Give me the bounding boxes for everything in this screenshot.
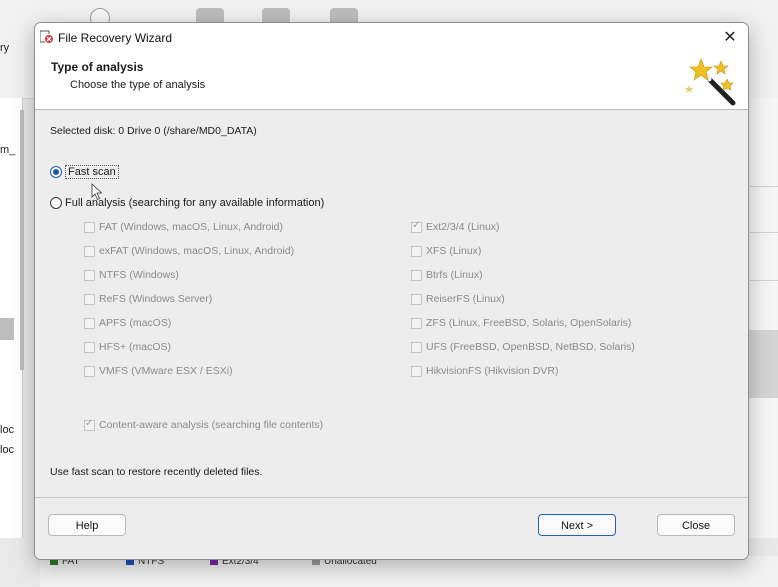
fs-checkbox-ufs[interactable]: UFS (FreeBSD, OpenBSD, NetBSD, Solaris) (411, 341, 635, 353)
checkbox[interactable] (411, 341, 422, 353)
dialog-title: File Recovery Wizard (58, 31, 173, 45)
background-selected-row (0, 318, 14, 340)
file-recovery-wizard-dialog: File Recovery Wizard ✕ Type of analysis … (34, 22, 749, 560)
fs-checkbox-refs[interactable]: ReFS (Windows Server) (84, 293, 212, 305)
wizard-header: Type of analysis Choose the type of anal… (35, 53, 748, 110)
background-right-panel (746, 98, 778, 538)
dialog-titlebar: File Recovery Wizard ✕ (35, 23, 748, 53)
step-subtitle: Choose the type of analysis (70, 79, 206, 91)
checkbox[interactable] (84, 293, 95, 305)
hint-text: Use fast scan to restore recently delete… (50, 466, 263, 478)
next-button[interactable]: Next > (538, 514, 616, 536)
checkbox[interactable] (84, 221, 95, 233)
checkbox[interactable] (411, 365, 422, 377)
background-label: m_ (0, 144, 16, 156)
fs-checkbox-zfs[interactable]: ZFS (Linux, FreeBSD, Solaris, OpenSolari… (411, 317, 631, 329)
checkbox[interactable] (84, 245, 95, 257)
fs-checkbox-exfat[interactable]: exFAT (Windows, macOS, Linux, Android) (84, 245, 294, 257)
fs-checkbox-reiserfs[interactable]: ReiserFS (Linux) (411, 293, 505, 305)
background-label: loc (0, 424, 15, 436)
checkbox[interactable] (411, 220, 422, 233)
background-label: loc (0, 444, 15, 456)
background-label: ry (0, 42, 10, 54)
fast-scan-option[interactable]: Fast scan (50, 165, 119, 179)
checkbox[interactable] (84, 341, 95, 353)
checkbox[interactable] (411, 293, 422, 305)
full-analysis-label: Full analysis (searching for any availab… (65, 197, 325, 209)
fs-checkbox-apfs[interactable]: APFS (macOS) (84, 317, 171, 329)
divider (750, 186, 778, 187)
content-aware-checkbox[interactable] (84, 418, 95, 431)
full-analysis-radio[interactable] (50, 197, 62, 209)
checkbox[interactable] (411, 317, 422, 329)
content-aware-checkbox-row[interactable]: Content-aware analysis (searching file c… (84, 418, 323, 431)
fs-checkbox-hfsplus[interactable]: HFS+ (macOS) (84, 341, 171, 353)
close-icon[interactable]: ✕ (718, 27, 742, 49)
fast-scan-radio[interactable] (50, 166, 62, 178)
step-title: Type of analysis (51, 60, 144, 74)
selected-disk-label: Selected disk: 0 Drive 0 (/share/MD0_DAT… (50, 125, 257, 137)
background-scrollbar[interactable] (20, 110, 24, 370)
checkbox[interactable] (84, 365, 95, 377)
background-selected-item (748, 330, 778, 398)
fs-checkbox-vmfs[interactable]: VMFS (VMware ESX / ESXi) (84, 365, 233, 377)
checkbox[interactable] (411, 269, 422, 281)
mouse-cursor-icon (91, 183, 103, 201)
wizard-content: Selected disk: 0 Drive 0 (/share/MD0_DAT… (35, 110, 748, 496)
wizard-footer: Help Next > Close (35, 497, 748, 559)
close-button[interactable]: Close (657, 514, 735, 536)
fs-checkbox-btrfs[interactable]: Btrfs (Linux) (411, 269, 483, 281)
divider (750, 232, 778, 233)
fast-scan-label: Fast scan (65, 165, 119, 179)
help-button[interactable]: Help (48, 514, 126, 536)
checkbox[interactable] (84, 317, 95, 329)
fs-checkbox-xfs[interactable]: XFS (Linux) (411, 245, 481, 257)
app-icon (40, 30, 54, 44)
magic-wand-icon (685, 58, 736, 106)
fs-checkbox-hikvisionfs[interactable]: HikvisionFS (Hikvision DVR) (411, 365, 558, 377)
fs-checkbox-fat[interactable]: FAT (Windows, macOS, Linux, Android) (84, 221, 283, 233)
fs-checkbox-ntfs[interactable]: NTFS (Windows) (84, 269, 179, 281)
checkbox[interactable] (411, 245, 422, 257)
fs-checkbox-ext[interactable]: Ext2/3/4 (Linux) (411, 220, 500, 233)
checkbox[interactable] (84, 269, 95, 281)
divider (750, 280, 778, 281)
